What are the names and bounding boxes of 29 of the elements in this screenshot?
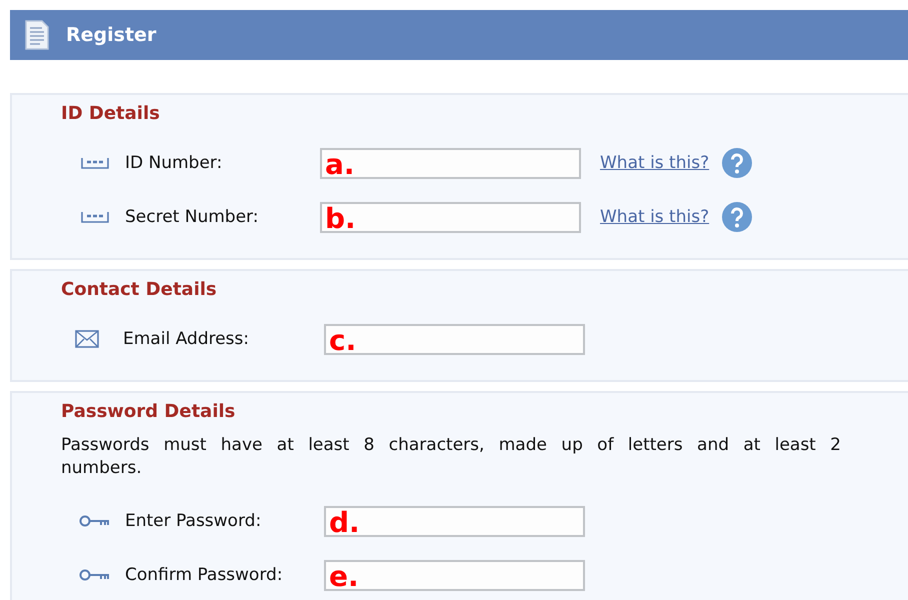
input-field[interactable]: b. (320, 202, 581, 232)
field-label: Secret Number: (125, 207, 260, 227)
input-field[interactable]: c. (324, 324, 585, 354)
annotation-letter: e. (329, 560, 359, 594)
field-label: ID Number: (125, 153, 224, 173)
help-icon[interactable] (721, 147, 754, 179)
field-label: Email Address: (123, 329, 250, 349)
number-pad-icon (79, 209, 111, 225)
page-title: Register (66, 24, 156, 46)
field-label: Confirm Password: (125, 565, 284, 585)
section-heading: Contact Details (61, 279, 218, 300)
password-note: Passwords must have at least 8 characters, made up of letters and at least 2 numbers. (61, 434, 841, 480)
annotation-letter: c. (329, 324, 356, 358)
field-label: Enter Password: (125, 511, 262, 531)
section-heading: ID Details (61, 103, 161, 124)
annotation-letter: b. (325, 202, 356, 236)
input-field[interactable]: a. (320, 148, 581, 178)
input-field[interactable]: d. (324, 506, 585, 536)
number-pad-icon (79, 155, 111, 171)
help-link[interactable]: What is this? (600, 207, 710, 227)
key-icon (79, 568, 111, 582)
annotation-letter: d. (329, 506, 360, 540)
section-heading: Password Details (61, 401, 236, 422)
help-icon[interactable] (721, 201, 754, 233)
input-field[interactable]: e. (324, 560, 585, 590)
annotation-letter: a. (325, 148, 355, 182)
envelope-icon (75, 330, 99, 348)
key-icon (79, 514, 111, 528)
help-link[interactable]: What is this? (600, 153, 710, 173)
